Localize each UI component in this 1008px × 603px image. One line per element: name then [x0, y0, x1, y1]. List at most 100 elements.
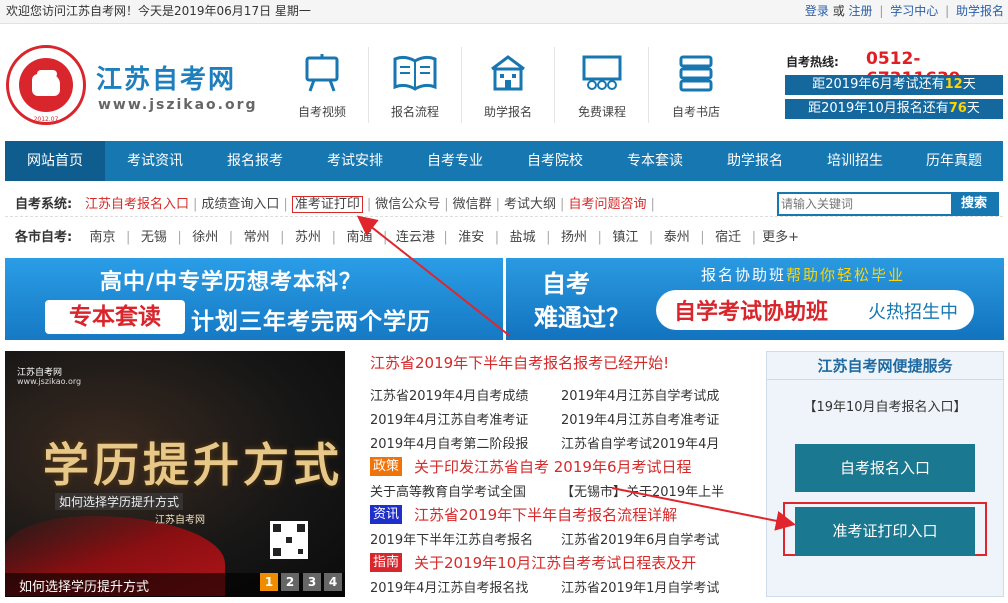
- separator: |: [945, 4, 950, 18]
- link-consult[interactable]: 自考问题咨询: [568, 197, 646, 212]
- book-icon: [393, 55, 437, 91]
- news-item[interactable]: 2019年4月自考第二阶段报: [370, 433, 528, 452]
- slide-page-4[interactable]: 4: [324, 573, 342, 591]
- banner-question-2: 难通过？: [534, 304, 630, 332]
- slide-page-2[interactable]: 2: [281, 573, 299, 591]
- news-featured[interactable]: 江苏省2019年下半年自考报名流程详解: [414, 504, 677, 525]
- separator: |: [283, 197, 288, 212]
- news-item[interactable]: 江苏省自学考试2019年4月: [561, 433, 719, 452]
- nav-colleges[interactable]: 自考院校: [505, 141, 605, 181]
- city-link[interactable]: 泰州: [659, 226, 694, 245]
- site-logo[interactable]: 2012.07: [6, 45, 86, 125]
- login-link[interactable]: 登录: [805, 4, 829, 18]
- news-item[interactable]: 2019年4月江苏自考准考证: [370, 409, 528, 428]
- banner-assist-class[interactable]: 自考 难通过？ 报名协助班帮助你轻松毕业 自学考试协助班 火热招生中: [506, 258, 1004, 340]
- admission-print-button[interactable]: 准考证打印入口: [795, 507, 975, 555]
- hotline-label: 自考热线:: [786, 55, 839, 69]
- news-featured[interactable]: 关于2019年10月江苏自考考试日程表及开: [414, 552, 696, 573]
- news-headline[interactable]: 江苏省2019年下半年自考报名报考已经开始!: [370, 352, 669, 373]
- banner-pill-main: 自学考试协助班: [674, 300, 829, 325]
- divider: [368, 47, 369, 123]
- search-box: 搜索: [777, 192, 999, 216]
- register-link[interactable]: 注册: [849, 4, 873, 18]
- nav-combined-degree[interactable]: 专本套读: [605, 141, 705, 181]
- nav-past-papers[interactable]: 历年真题: [905, 141, 1003, 181]
- city-link[interactable]: 徐州: [188, 226, 223, 245]
- banner-combined-degree[interactable]: 高中/中专学历想考本科？ 专本套读 计划三年考完两个学历: [5, 258, 503, 340]
- classroom-icon: [582, 55, 622, 90]
- easel-icon: [305, 54, 339, 92]
- city-link[interactable]: 苏州: [291, 226, 326, 245]
- banner-question-1: 自考: [542, 270, 590, 298]
- city-link[interactable]: 淮安: [454, 226, 489, 245]
- nav-home[interactable]: 网站首页: [5, 141, 105, 181]
- link-wechat-group[interactable]: 微信群: [453, 197, 492, 212]
- news-item[interactable]: 江苏省2019年6月自学考试: [561, 529, 719, 548]
- separator: |: [177, 230, 182, 245]
- city-link[interactable]: 常州: [239, 226, 274, 245]
- nav-icon-video[interactable]: 自考视频: [283, 47, 369, 127]
- search-button[interactable]: 搜索: [951, 194, 997, 214]
- city-link[interactable]: 宿迁: [711, 226, 746, 245]
- nav-help-apply[interactable]: 助学报名: [705, 141, 805, 181]
- slide-caption[interactable]: 如何选择学历提升方式: [19, 576, 149, 595]
- nav-icon-process[interactable]: 报名流程: [376, 47, 462, 127]
- news-item[interactable]: 2019年4月江苏自学考试成: [561, 385, 719, 404]
- link-admission-print[interactable]: 准考证打印: [291, 196, 363, 213]
- city-link[interactable]: 南通: [342, 226, 377, 245]
- news-featured[interactable]: 关于印发江苏省自考 2019年6月考试日程: [414, 456, 692, 477]
- or-text: 或: [832, 4, 845, 18]
- news-item[interactable]: 江苏省2019年1月自学考试: [561, 577, 719, 596]
- separator: |: [126, 230, 131, 245]
- nav-registration[interactable]: 报名报考: [205, 141, 305, 181]
- news-item[interactable]: 江苏省2019年4月自考成绩: [370, 385, 528, 404]
- image-slideshow[interactable]: 江苏自考网 www.jszikao.org 学历提升方式 如何选择学历提升方式 …: [5, 351, 345, 597]
- nav-icon-label: 自考书店: [671, 105, 720, 119]
- nav-icon-help-apply[interactable]: 助学报名: [469, 47, 555, 127]
- site-title[interactable]: 江苏自考网: [96, 59, 236, 96]
- search-input[interactable]: [781, 195, 951, 213]
- separator: |: [444, 197, 449, 212]
- news-item[interactable]: 2019年下半年江苏自考报名: [370, 529, 533, 548]
- registration-entry-button[interactable]: 自考报名入口: [795, 444, 975, 492]
- banner-top-highlight: 帮助你轻松毕业: [786, 266, 906, 284]
- link-registration-entry[interactable]: 江苏自考报名入口: [85, 197, 189, 212]
- separator: |: [879, 4, 884, 18]
- slide-page-1[interactable]: 1: [260, 573, 278, 591]
- banner-top-line: 报名协助班帮助你轻松毕业: [701, 264, 905, 285]
- study-center-link[interactable]: 学习中心: [890, 4, 938, 18]
- nav-icon-bookstore[interactable]: 自考书店: [657, 47, 735, 127]
- panel-sub-link[interactable]: 【19年10月自考报名入口】: [767, 396, 1003, 415]
- news-item[interactable]: 【无锡市】关于2019年上半: [561, 481, 724, 500]
- separator: |: [228, 230, 234, 245]
- city-link[interactable]: 扬州: [557, 226, 592, 245]
- row-label: 自考系统:: [15, 197, 73, 212]
- nav-majors[interactable]: 自考专业: [405, 141, 505, 181]
- quick-service-panel: 江苏自考网便捷服务 【19年10月自考报名入口】 自考报名入口 准考证打印入口: [766, 351, 1004, 597]
- link-syllabus[interactable]: 考试大纲: [504, 197, 556, 212]
- help-apply-link[interactable]: 助学报名: [956, 4, 1004, 18]
- news-item[interactable]: 2019年4月江苏自考报名找: [370, 577, 528, 596]
- nav-training[interactable]: 培训招生: [805, 141, 905, 181]
- link-score-query[interactable]: 成绩查询入口: [201, 197, 279, 212]
- nav-exam-news[interactable]: 考试资讯: [105, 141, 205, 181]
- news-item[interactable]: 2019年4月江苏自考准考证: [561, 409, 719, 428]
- register-countdown: 距2019年10月报名还有76天: [785, 99, 1003, 119]
- nav-icon-label: 助学报名: [483, 105, 532, 119]
- link-wechat-account[interactable]: 微信公众号: [375, 197, 440, 212]
- city-link[interactable]: 盐城: [505, 226, 540, 245]
- slide-page-3[interactable]: 3: [303, 573, 321, 591]
- city-link[interactable]: 连云港: [393, 226, 437, 245]
- city-link[interactable]: 南京: [85, 226, 120, 245]
- system-links: 江苏自考报名入口 | 成绩查询入口 | 准考证打印 | 微信公众号 | 微信群 | 考试大纲 | 自考问…: [85, 193, 659, 213]
- news-list: 江苏省2019年下半年自考报名报考已经开始! 江苏省2019年4月自考成绩 20…: [370, 350, 745, 598]
- slide-overlay-title: 如何选择学历提升方式: [55, 493, 184, 510]
- city-link[interactable]: 无锡: [136, 226, 171, 245]
- news-item[interactable]: 关于高等教育自学考试全国: [370, 481, 526, 500]
- nav-exam-schedule[interactable]: 考试安排: [305, 141, 405, 181]
- city-link[interactable]: 镇江: [608, 226, 643, 245]
- fist-icon: [32, 74, 60, 96]
- city-link-more[interactable]: 更多+: [762, 226, 799, 245]
- nav-icon-label: 自考视频: [297, 105, 346, 119]
- nav-icon-free-course[interactable]: 免费课程: [563, 47, 649, 127]
